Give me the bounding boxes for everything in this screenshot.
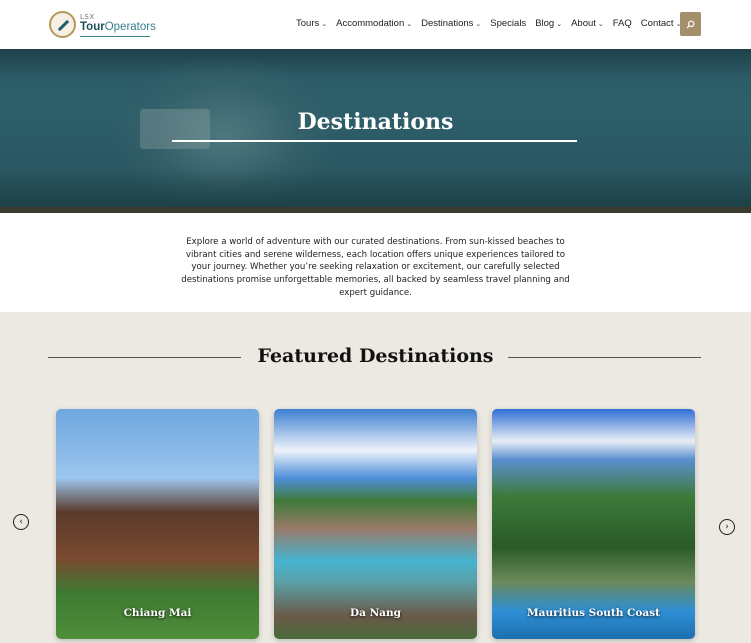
nav-label: Blog	[535, 18, 555, 29]
hero-bottom-bar	[0, 207, 751, 213]
logo-underline	[80, 36, 150, 37]
destination-card-label: Da Nang	[350, 607, 401, 619]
nav-item-accommodation[interactable]: Accommodation ⌄	[336, 18, 412, 29]
logo-text-light: Operators	[104, 21, 156, 33]
site-header: LSX TourOperators Tours ⌄ Accommodation ⌄ …	[0, 0, 751, 49]
carousel-next-button[interactable]: ›	[719, 519, 735, 535]
compass-icon	[49, 11, 76, 38]
logo-small-text: LSX	[80, 13, 95, 21]
nav-label: Tours	[296, 18, 320, 29]
logo-text-bold: Tour	[80, 21, 105, 33]
chevron-right-icon: ›	[725, 522, 729, 532]
hero-grass	[0, 169, 751, 209]
chevron-down-icon: ⌄	[406, 20, 413, 28]
nav-item-specials[interactable]: Specials	[490, 18, 526, 29]
carousel-prev-button[interactable]: ‹	[13, 514, 29, 530]
destination-card-chiang-mai[interactable]: Chiang Mai	[56, 409, 259, 639]
destination-card-label: Chiang Mai	[123, 607, 192, 619]
hero-banner: Destinations	[0, 49, 751, 213]
nav-item-about[interactable]: About ⌄	[571, 18, 604, 29]
chevron-left-icon: ‹	[19, 517, 23, 527]
nav-item-destinations[interactable]: Destinations ⌄	[421, 18, 481, 29]
chevron-down-icon: ⌄	[597, 20, 604, 28]
nav-label: FAQ	[612, 18, 632, 29]
intro-text: Explore a world of adventure with our cu…	[181, 237, 570, 298]
divider-right	[508, 357, 701, 358]
title-underline	[172, 140, 577, 142]
chevron-down-icon: ⌄	[475, 20, 482, 28]
nav-label: Accommodation	[336, 18, 405, 29]
nav-label: About	[571, 18, 596, 29]
nav-label: Contact	[640, 18, 674, 29]
chevron-down-icon: ⌄	[556, 20, 563, 28]
section-title: Featured Destinations	[257, 345, 494, 367]
nav-label: Destinations	[421, 18, 474, 29]
nav-item-blog[interactable]: Blog ⌄	[535, 18, 562, 29]
featured-destinations-section: Featured Destinations Chiang Mai Da Nang…	[0, 312, 751, 643]
nav-label: Specials	[490, 18, 527, 29]
destination-card-mauritius-south-coast[interactable]: Mauritius South Coast	[492, 409, 695, 639]
main-nav: Tours ⌄ Accommodation ⌄ Destinations ⌄ Spec…	[296, 18, 690, 29]
nav-item-contact[interactable]: Contact ⌄	[641, 18, 682, 29]
destination-card-label: Mauritius South Coast	[527, 607, 660, 619]
nav-item-tours[interactable]: Tours ⌄	[296, 18, 327, 29]
chevron-down-icon: ⌄	[321, 20, 328, 28]
page-title: Destinations	[297, 109, 454, 135]
search-button[interactable]	[680, 12, 701, 36]
site-logo[interactable]: LSX TourOperators	[49, 10, 156, 40]
search-icon	[686, 19, 695, 29]
nav-item-faq[interactable]: FAQ	[613, 18, 632, 29]
logo-text: TourOperators	[80, 21, 156, 33]
destination-card-da-nang[interactable]: Da Nang	[274, 409, 477, 639]
